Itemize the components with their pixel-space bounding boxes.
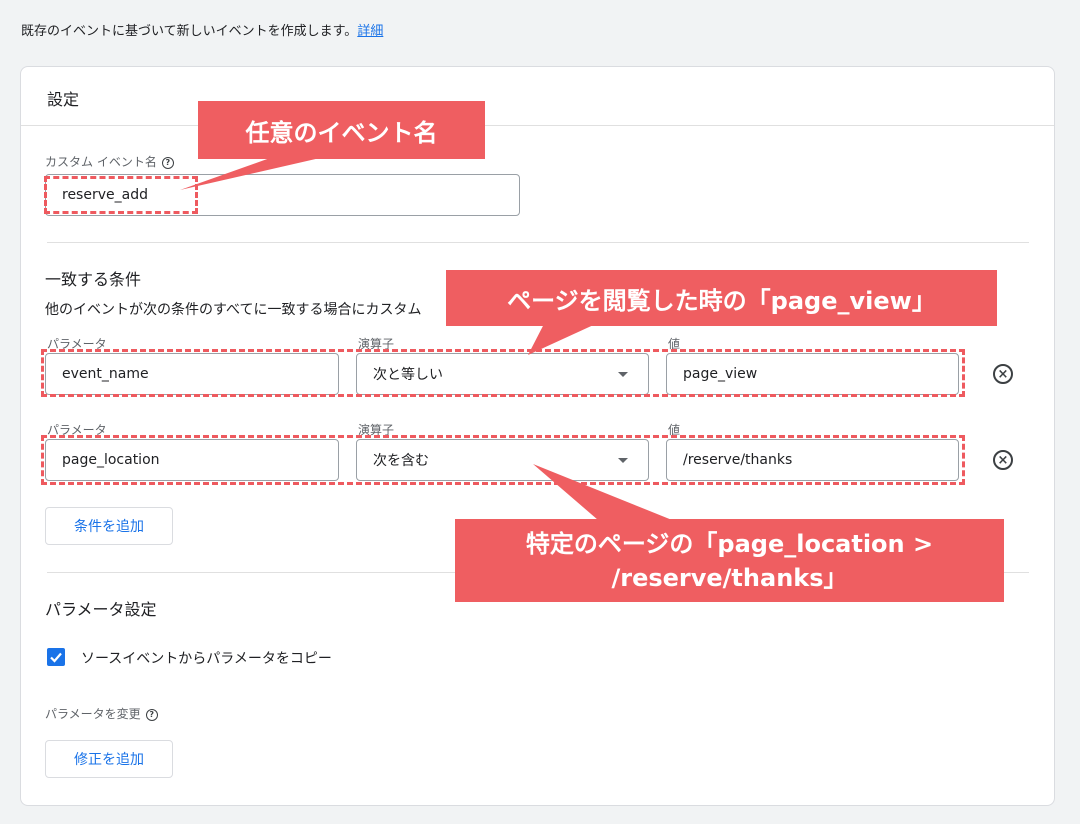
annotation-line: 特定のページの「page_location > [525, 529, 934, 558]
annotation-banner: 特定のページの「page_location > /reserve/thanks」 [455, 519, 1004, 602]
annotation-line: /reserve/thanks」 [611, 563, 848, 592]
callout-pointers [180, 158, 672, 520]
annotation-banner: ページを閲覧した時の「page_view」 [446, 270, 997, 326]
callout-pointer [180, 158, 320, 190]
callout-pointer [533, 464, 672, 520]
callout-pointer [528, 322, 600, 355]
annotation-banner: 任意のイベント名 [198, 101, 485, 159]
